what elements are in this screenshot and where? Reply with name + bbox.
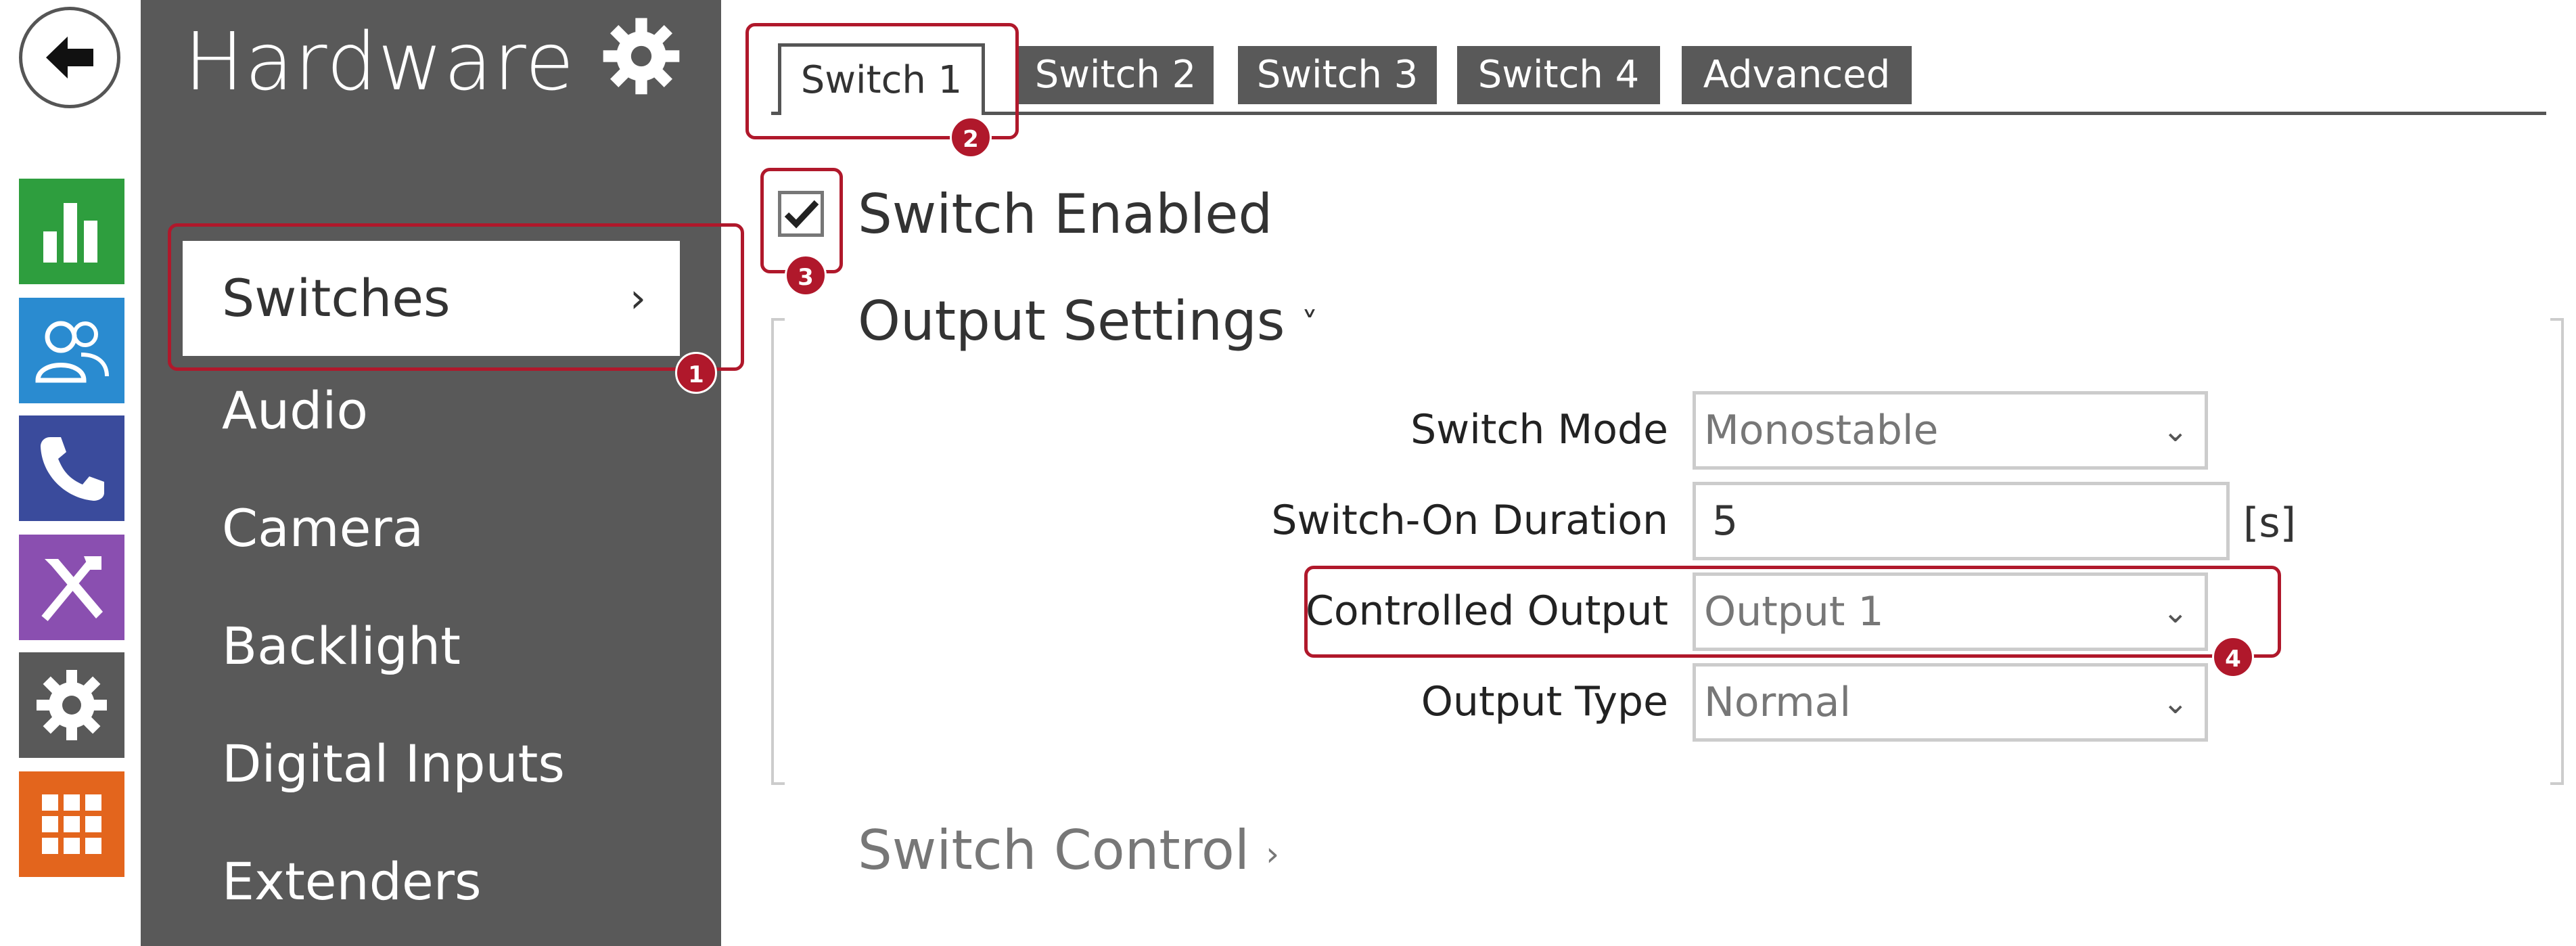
callout-box-1 [168, 223, 744, 371]
status-tile[interactable] [19, 179, 124, 284]
output-type-value: Normal [1704, 679, 1852, 726]
tab-switch-2[interactable]: Switch 2 [1017, 46, 1214, 104]
chevron-down-icon: ⌄ [2162, 412, 2188, 449]
switch-mode-value: Monostable [1704, 407, 1939, 454]
tabs-underline [771, 112, 2546, 115]
panel-bracket-right [2550, 318, 2564, 785]
back-button[interactable] [19, 7, 120, 108]
tab-switch-3[interactable]: Switch 3 [1238, 46, 1437, 104]
grid-icon [42, 794, 101, 854]
switch-on-duration-input[interactable]: 5 [1693, 482, 2230, 560]
output-type-label: Output Type [1421, 678, 1668, 725]
callout-box-4 [1304, 566, 2281, 658]
sidebar-item-camera[interactable]: Camera [222, 498, 423, 558]
output-settings-header[interactable]: Output Settings ˅ [858, 290, 1318, 353]
callout-badge-3: 3 [785, 254, 827, 296]
gear-icon [37, 670, 107, 740]
sidebar-item-digital-inputs[interactable]: Digital Inputs [222, 734, 565, 794]
duration-unit: [s] [2243, 499, 2297, 547]
panel-bracket-left [771, 318, 785, 785]
calls-tile[interactable] [19, 415, 124, 521]
switch-on-duration-label: Switch-On Duration [1271, 497, 1668, 544]
output-type-select[interactable]: Normal ⌄ [1693, 663, 2208, 742]
callout-badge-2: 2 [950, 116, 992, 158]
sidebar: Hardware Switches › Audio Camera Backlig… [141, 0, 721, 946]
arrow-left-icon [46, 37, 93, 78]
settings-tile[interactable] [19, 652, 124, 758]
chevron-right-icon: › [1266, 834, 1280, 874]
switch-control-title: Switch Control [858, 819, 1250, 882]
phone-icon [41, 437, 104, 501]
sidebar-item-extenders[interactable]: Extenders [222, 851, 482, 911]
sidebar-title: Hardware [184, 15, 575, 108]
chevron-down-icon: ˅ [1301, 305, 1318, 345]
users-icon [35, 321, 109, 383]
output-settings-title: Output Settings [858, 290, 1285, 353]
icon-rail [0, 0, 141, 946]
tools-icon [41, 556, 103, 621]
switch-mode-select[interactable]: Monostable ⌄ [1693, 391, 2208, 470]
services-tile[interactable] [19, 535, 124, 640]
switch-enabled-label: Switch Enabled [858, 183, 1273, 246]
chart-icon [43, 203, 97, 263]
tab-switch-4[interactable]: Switch 4 [1457, 46, 1660, 104]
system-tile[interactable] [19, 771, 124, 877]
settings-gear-icon [597, 12, 685, 103]
callout-badge-4: 4 [2212, 636, 2254, 678]
tab-advanced[interactable]: Advanced [1682, 46, 1912, 104]
directory-tile[interactable] [19, 298, 124, 403]
chevron-down-icon: ⌄ [2162, 684, 2188, 721]
switch-control-header[interactable]: Switch Control › [858, 819, 1279, 882]
sidebar-item-audio[interactable]: Audio [222, 380, 368, 441]
callout-badge-1: 1 [675, 352, 717, 394]
sidebar-item-backlight[interactable]: Backlight [222, 616, 461, 676]
switch-mode-label: Switch Mode [1410, 406, 1668, 453]
